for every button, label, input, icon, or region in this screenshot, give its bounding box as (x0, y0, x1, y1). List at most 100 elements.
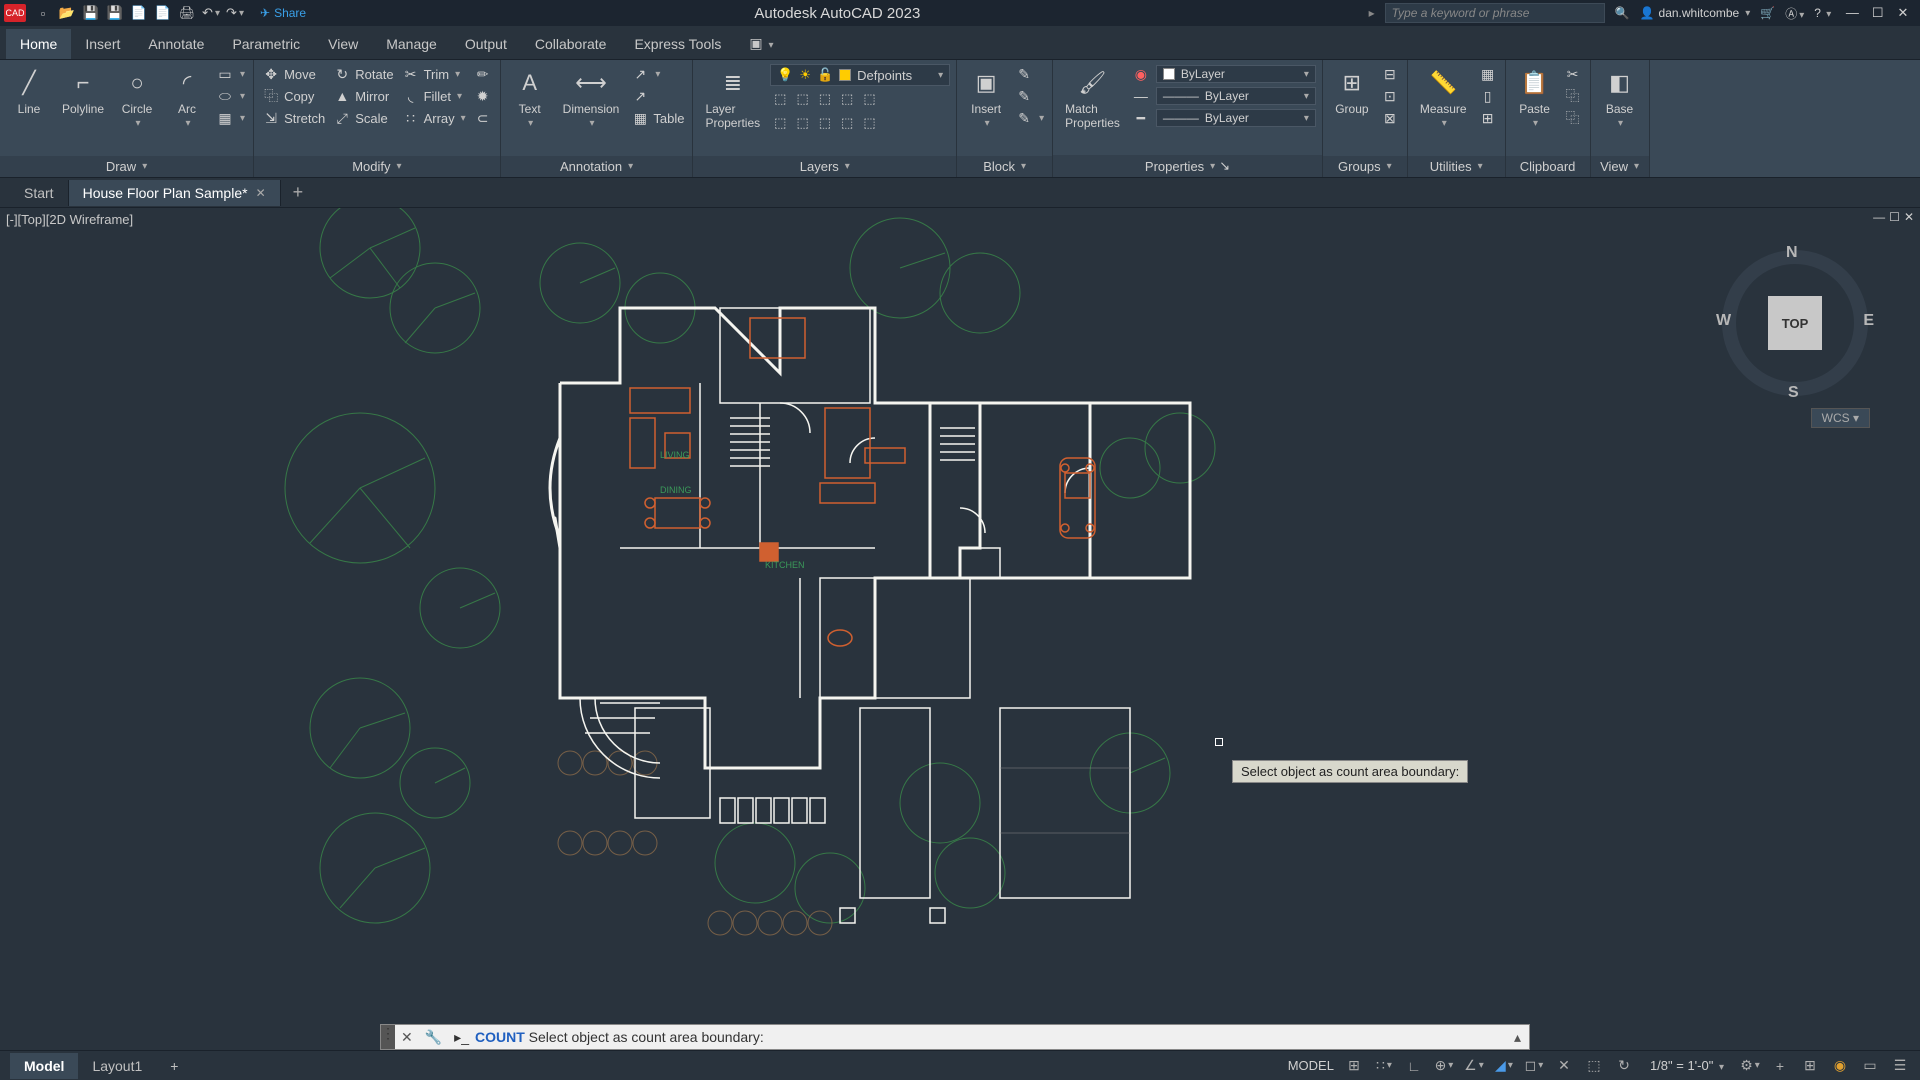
undo-icon[interactable]: ↶▾ (202, 4, 220, 22)
plot-icon[interactable]: 🖨 (178, 4, 196, 22)
table-button[interactable]: ▦Table (629, 108, 686, 128)
layer-dropdown[interactable]: 💡 ☀ 🔓 Defpoints ▾ (770, 64, 950, 86)
linetype-select[interactable]: ———ByLayer▾ (1156, 87, 1316, 105)
lweight-button[interactable]: ━ (1130, 108, 1152, 128)
layout-layout1[interactable]: Layout1 (78, 1053, 156, 1079)
scale-display[interactable]: 1/8" = 1'-0" ▾ (1644, 1058, 1730, 1073)
redo-icon[interactable]: ↷▾ (226, 4, 244, 22)
leader-style-button[interactable]: ↗ (629, 86, 686, 106)
color-button[interactable]: ◉ (1130, 64, 1152, 84)
tab-express-tools[interactable]: Express Tools (620, 29, 735, 59)
layer-tool-8[interactable]: ⬚ (817, 114, 833, 132)
polar-icon[interactable]: ⊕ ▾ (1434, 1056, 1454, 1076)
command-line[interactable]: ⋮ ✕ 🔧 ▸_ COUNT Select object as count ar… (380, 1024, 1530, 1050)
tab-home[interactable]: Home (6, 29, 71, 59)
match-properties-button[interactable]: 🖌Match Properties (1059, 64, 1126, 132)
layer-tool-6[interactable]: ⬚ (772, 114, 788, 132)
explode-button[interactable]: ✹ (472, 86, 494, 106)
panel-properties-label[interactable]: Properties ▾ ↘ (1053, 155, 1322, 177)
layer-tool-4[interactable]: ⬚ (839, 90, 855, 108)
lineweight-select[interactable]: ———ByLayer▾ (1156, 109, 1316, 127)
layer-tool-1[interactable]: ⬚ (772, 90, 788, 108)
viewport-max-button[interactable]: ☐ (1889, 210, 1900, 224)
cmdline-close-icon[interactable]: ✕ (395, 1029, 419, 1046)
viewport-label[interactable]: [-][Top][2D Wireframe] (6, 212, 133, 227)
filetab-start[interactable]: Start (10, 180, 69, 206)
tab-output[interactable]: Output (451, 29, 521, 59)
layout-add[interactable]: + (156, 1053, 192, 1079)
gear-icon[interactable]: ⚙ ▾ (1740, 1056, 1760, 1076)
panel-draw-label[interactable]: Draw ▾ (0, 156, 253, 177)
base-button[interactable]: ◧Base▾ (1597, 64, 1643, 131)
stretch-button[interactable]: ⇲Stretch (260, 108, 327, 128)
new-tab-button[interactable]: + (281, 182, 316, 203)
tab-collaborate[interactable]: Collaborate (521, 29, 621, 59)
cut-button[interactable]: ✂ (1562, 64, 1584, 84)
copy-base-button[interactable]: ⿻ (1562, 108, 1584, 128)
layout-model[interactable]: Model (10, 1053, 78, 1079)
panel-annotation-label[interactable]: Annotation ▾ (501, 156, 693, 177)
layer-tool-3[interactable]: ⬚ (817, 90, 833, 108)
layer-tool-2[interactable]: ⬚ (794, 90, 810, 108)
tab-manage[interactable]: Manage (372, 29, 451, 59)
line-button[interactable]: ╱Line (6, 64, 52, 118)
3dosnap-icon[interactable]: ◻ ▾ (1524, 1056, 1544, 1076)
compass-n[interactable]: N (1786, 244, 1798, 262)
panel-block-label[interactable]: Block ▾ (957, 156, 1052, 177)
layer-tool-10[interactable]: ⬚ (861, 114, 877, 132)
search-icon[interactable]: 🔍 (1615, 6, 1630, 20)
arc-button[interactable]: ◜Arc▾ (164, 64, 210, 131)
paste-button[interactable]: 📋Paste▾ (1512, 64, 1558, 131)
hardware-icon[interactable]: ◉ (1830, 1056, 1850, 1076)
compass-s[interactable]: S (1788, 384, 1799, 402)
web-save-icon[interactable]: 📄 (154, 4, 172, 22)
isodraft-icon[interactable]: ∠ ▾ (1464, 1056, 1484, 1076)
app-icon[interactable]: CAD (4, 4, 26, 22)
polyline-button[interactable]: ⌐Polyline (56, 64, 110, 118)
tab-insert[interactable]: Insert (71, 29, 134, 59)
trim-button[interactable]: ✂Trim▾ (400, 64, 468, 84)
ungroup-button[interactable]: ⊟ (1379, 64, 1401, 84)
layer-tool-9[interactable]: ⬚ (839, 114, 855, 132)
wcs-indicator[interactable]: WCS ▾ (1811, 408, 1870, 428)
search-expand-icon[interactable]: ▸ (1369, 6, 1375, 20)
tab-parametric[interactable]: Parametric (218, 29, 314, 59)
fillet-button[interactable]: ◟Fillet▾ (400, 86, 468, 106)
layer-properties-button[interactable]: ≣Layer Properties (699, 64, 766, 132)
share-button[interactable]: ✈ Share (260, 6, 306, 20)
ortho-icon[interactable]: ∟ (1404, 1056, 1424, 1076)
save-icon[interactable]: 💾 (82, 4, 100, 22)
move-button[interactable]: ✥Move (260, 64, 327, 84)
quick-calc-button[interactable]: ⊞ (1477, 108, 1499, 128)
erase-button[interactable]: ✏ (472, 64, 494, 84)
viewport-close-button[interactable]: ✕ (1904, 210, 1914, 224)
customize-icon[interactable]: ☰ (1890, 1056, 1910, 1076)
edit-block-button[interactable]: ✎ (1013, 86, 1046, 106)
cmdline-handle[interactable]: ⋮ (381, 1025, 395, 1049)
copy-button[interactable]: ⿻Copy (260, 86, 327, 106)
panel-utilities-label[interactable]: Utilities ▾ (1408, 156, 1505, 177)
panel-groups-label[interactable]: Groups ▾ (1323, 156, 1407, 177)
group-button[interactable]: ⊞Group (1329, 64, 1375, 118)
scale-button[interactable]: ⤢Scale (331, 108, 395, 128)
tab-featured[interactable]: ▣ ▾ (735, 28, 787, 59)
color-select[interactable]: ByLayer▾ (1156, 65, 1316, 83)
panel-modify-label[interactable]: Modify ▾ (254, 156, 500, 177)
help-icon[interactable]: ? ▾ (1814, 6, 1831, 20)
app-home-icon[interactable]: Ⓐ▾ (1785, 5, 1804, 22)
viewport-min-button[interactable]: — (1873, 210, 1885, 224)
new-icon[interactable]: ▫ (34, 4, 52, 22)
measure-button[interactable]: 📏Measure▾ (1414, 64, 1473, 131)
saveas-icon[interactable]: 💾 (106, 4, 124, 22)
rotate-button[interactable]: ↻Rotate (331, 64, 395, 84)
viewcube-top[interactable]: TOP (1768, 296, 1822, 350)
offset-button[interactable]: ⊂ (472, 108, 494, 128)
array-button[interactable]: ∷Array▾ (400, 108, 468, 128)
ltype-button[interactable]: — (1130, 86, 1152, 106)
drawing-area[interactable]: [-][Top][2D Wireframe] — ☐ ✕ TOP N S E W… (0, 208, 1920, 1020)
circle-button[interactable]: ○Circle▾ (114, 64, 160, 131)
dimension-button[interactable]: ⟷Dimension▾ (557, 64, 626, 131)
count-button[interactable]: ▦ (1477, 64, 1499, 84)
web-open-icon[interactable]: 📄 (130, 4, 148, 22)
tab-annotate[interactable]: Annotate (134, 29, 218, 59)
